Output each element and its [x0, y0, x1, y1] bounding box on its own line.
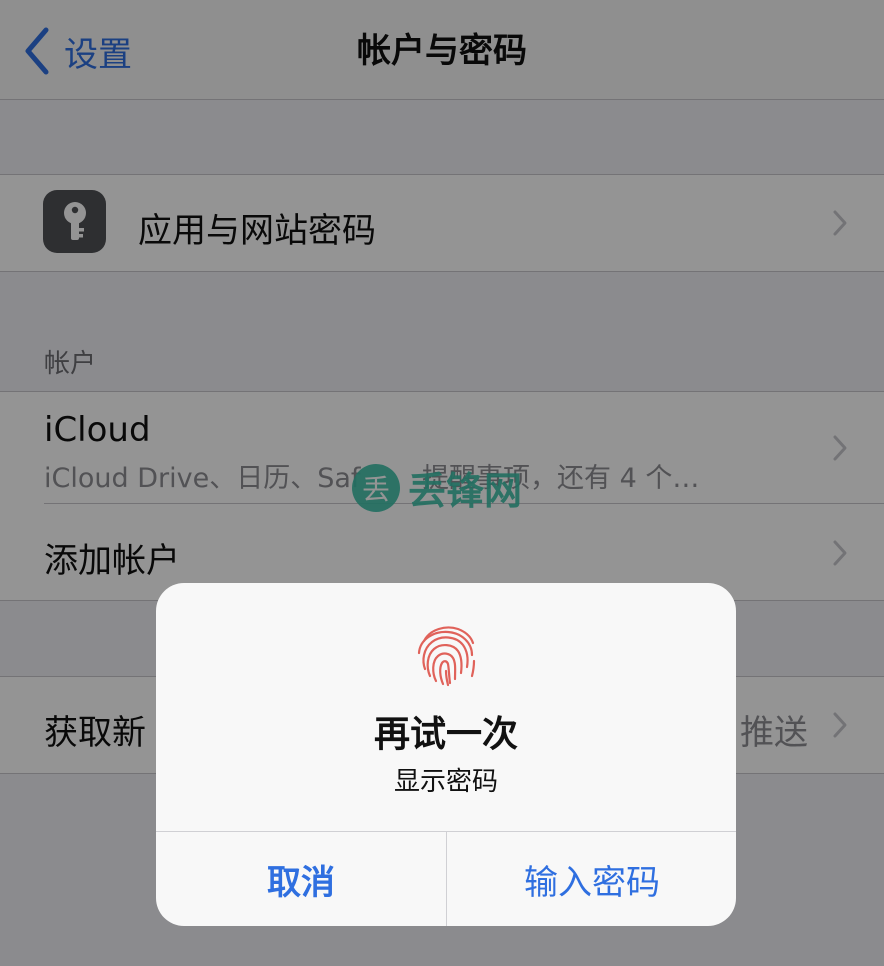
fingerprint-icon — [417, 626, 476, 687]
alert-title: 再试一次 — [373, 714, 518, 755]
touch-id-alert: 再试一次 显示密码 取消 输入密码 — [156, 583, 736, 926]
enter-password-button[interactable]: 输入密码 — [447, 832, 736, 926]
cancel-button[interactable]: 取消 — [156, 832, 446, 926]
alert-message: 显示密码 — [393, 767, 498, 797]
